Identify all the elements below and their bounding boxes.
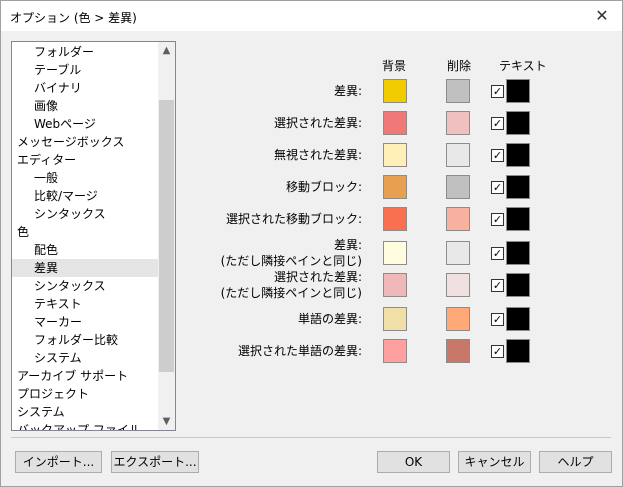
row-label: 選択された移動ブロック: — [225, 212, 362, 226]
tree-item[interactable]: システム — [12, 403, 158, 421]
tree-item[interactable]: 配色 — [12, 241, 158, 259]
deleted-color-swatch[interactable] — [446, 241, 470, 265]
tree-item[interactable]: Webページ — [12, 115, 158, 133]
text-color-swatch[interactable] — [506, 79, 530, 103]
tree-item[interactable]: エディター — [12, 151, 158, 169]
tree-item[interactable]: バックアップ ファイル — [12, 421, 158, 430]
cancel-button[interactable]: キャンセル — [458, 451, 531, 473]
column-header-text: テキスト — [499, 59, 547, 73]
scroll-thumb[interactable] — [159, 100, 174, 372]
background-color-swatch[interactable] — [383, 143, 407, 167]
text-color-swatch[interactable] — [506, 143, 530, 167]
tree-items: フォルダー テーブル バイナリ 画像 Webページ メッセージボックス エディター 一般 比較/… — [12, 42, 158, 430]
background-color-swatch[interactable] — [383, 339, 407, 363]
background-color-swatch[interactable] — [383, 175, 407, 199]
tree-item[interactable]: 画像 — [12, 97, 158, 115]
text-color-checkbox[interactable]: ✓ — [491, 313, 504, 326]
tree-item[interactable]: 比較/マージ — [12, 187, 158, 205]
tree-item[interactable]: テキスト — [12, 295, 158, 313]
row-label: 単語の差異: — [297, 312, 362, 326]
options-dialog: オプション (色 > 差異) ✕ フォルダー テーブル バイナリ 画像 Webページ メッ… — [0, 0, 623, 487]
row-label: 無視された差異: — [273, 148, 362, 162]
deleted-color-swatch[interactable] — [446, 111, 470, 135]
category-tree[interactable]: フォルダー テーブル バイナリ 画像 Webページ メッセージボックス エディター 一般 比較/… — [11, 41, 176, 431]
text-color-checkbox[interactable]: ✓ — [491, 85, 504, 98]
tree-item[interactable]: シンタックス — [12, 205, 158, 223]
text-color-swatch[interactable] — [506, 111, 530, 135]
chevron-up-icon[interactable]: ▲ — [158, 42, 175, 59]
text-color-checkbox[interactable]: ✓ — [491, 117, 504, 130]
chevron-down-icon[interactable]: ▼ — [158, 413, 175, 430]
text-color-swatch[interactable] — [506, 307, 530, 331]
tree-item[interactable]: 色 — [12, 223, 158, 241]
row-label: 移動ブロック: — [285, 180, 362, 194]
text-color-swatch[interactable] — [506, 175, 530, 199]
text-color-checkbox[interactable]: ✓ — [491, 279, 504, 292]
text-color-swatch[interactable] — [506, 339, 530, 363]
import-button[interactable]: インポート... — [15, 451, 102, 473]
tree-item[interactable]: マーカー — [12, 313, 158, 331]
deleted-color-swatch[interactable] — [446, 307, 470, 331]
deleted-color-swatch[interactable] — [446, 273, 470, 297]
separator — [11, 437, 611, 438]
tree-item[interactable]: フォルダー比較 — [12, 331, 158, 349]
background-color-swatch[interactable] — [383, 79, 407, 103]
tree-item[interactable]: 一般 — [12, 169, 158, 187]
row-label: 選択された差異: — [273, 116, 362, 130]
text-color-swatch[interactable] — [506, 241, 530, 265]
deleted-color-swatch[interactable] — [446, 339, 470, 363]
tree-scrollbar[interactable]: ▲ ▼ — [158, 42, 175, 430]
ok-button[interactable]: OK — [377, 451, 450, 473]
tree-item[interactable]: シンタックス — [12, 277, 158, 295]
tree-item[interactable]: バイナリ — [12, 79, 158, 97]
tree-item[interactable]: メッセージボックス — [12, 133, 158, 151]
tree-item[interactable]: テーブル — [12, 61, 158, 79]
background-color-swatch[interactable] — [383, 111, 407, 135]
tree-item[interactable]: システム — [12, 349, 158, 367]
help-button[interactable]: ヘルプ — [539, 451, 612, 473]
row-label: 差異: — [333, 84, 362, 98]
text-color-swatch[interactable] — [506, 273, 530, 297]
row-label: 選択された単語の差異: — [237, 344, 362, 358]
deleted-color-swatch[interactable] — [446, 207, 470, 231]
title-bar: オプション (色 > 差異) ✕ — [1, 1, 622, 31]
text-color-checkbox[interactable]: ✓ — [491, 345, 504, 358]
close-icon[interactable]: ✕ — [592, 6, 612, 26]
deleted-color-swatch[interactable] — [446, 143, 470, 167]
row-label: 選択された差異: (ただし隣接ペインと同じ) — [220, 270, 362, 300]
export-button[interactable]: エクスポート... — [111, 451, 199, 473]
deleted-color-swatch[interactable] — [446, 79, 470, 103]
text-color-checkbox[interactable]: ✓ — [491, 213, 504, 226]
column-header-deleted: 削除 — [447, 59, 472, 73]
tree-item[interactable]: プロジェクト — [12, 385, 158, 403]
tree-item[interactable]: フォルダー — [12, 43, 158, 61]
deleted-color-swatch[interactable] — [446, 175, 470, 199]
text-color-swatch[interactable] — [506, 207, 530, 231]
row-label: 差異: (ただし隣接ペインと同じ) — [220, 238, 362, 268]
text-color-checkbox[interactable]: ✓ — [491, 181, 504, 194]
background-color-swatch[interactable] — [383, 273, 407, 297]
background-color-swatch[interactable] — [383, 241, 407, 265]
tree-item[interactable]: アーカイブ サポート — [12, 367, 158, 385]
window-title: オプション (色 > 差異) — [10, 11, 137, 25]
background-color-swatch[interactable] — [383, 207, 407, 231]
column-header-background: 背景 — [382, 59, 407, 73]
background-color-swatch[interactable] — [383, 307, 407, 331]
text-color-checkbox[interactable]: ✓ — [491, 247, 504, 260]
text-color-checkbox[interactable]: ✓ — [491, 149, 504, 162]
tree-item[interactable]: 差異 — [12, 259, 158, 277]
